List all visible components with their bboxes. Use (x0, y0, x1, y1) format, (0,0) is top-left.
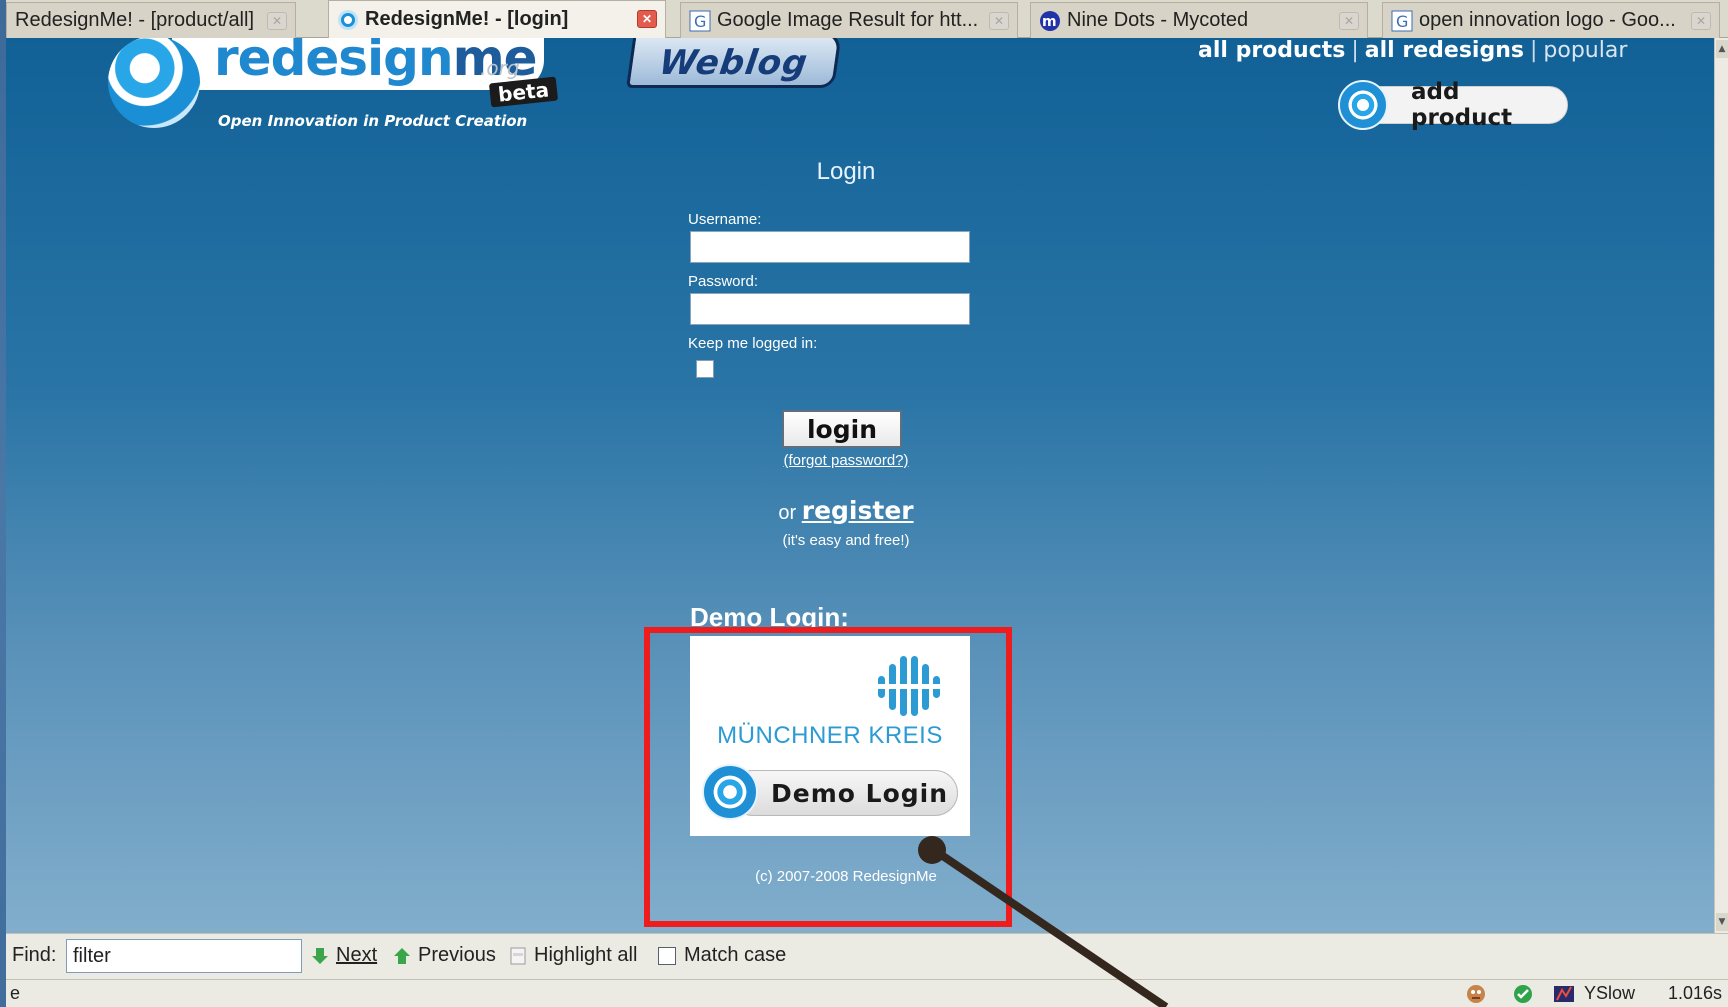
nav-all-products[interactable]: all products (1198, 38, 1345, 63)
nav-popular[interactable]: popular (1543, 38, 1627, 63)
load-time: 1.016s (1668, 983, 1723, 1003)
nav-separator: | (1529, 38, 1538, 63)
highlight-all-button[interactable]: Highlight all (508, 944, 637, 967)
swirl-icon (1338, 80, 1388, 130)
find-next-button[interactable]: Next (310, 944, 377, 967)
remember-label: Keep me logged in: (688, 335, 818, 352)
close-icon[interactable]: ✕ (637, 10, 657, 28)
logo-swirl-icon (108, 38, 200, 128)
browser-window: RedesignMe! - [product/all] ✕ RedesignMe… (6, 0, 1728, 1007)
close-icon[interactable]: ✕ (989, 12, 1009, 30)
scroll-down-icon[interactable]: ▼ (1716, 913, 1728, 931)
find-bar: Find: filter Next Previous Highlight all… (6, 933, 1728, 979)
nav-all-redesigns[interactable]: all redesigns (1365, 38, 1524, 63)
slide-stage: RedesignMe! - [product/all] ✕ RedesignMe… (0, 0, 1728, 1007)
arrow-up-icon (394, 947, 410, 964)
match-case-label: Match case (684, 944, 787, 966)
tab-product-all[interactable]: RedesignMe! - [product/all] ✕ (6, 2, 296, 38)
google-icon: G (689, 10, 711, 32)
vertical-scrollbar[interactable]: ▲ ▼ (1714, 38, 1728, 933)
highlight-all-label: Highlight all (534, 944, 638, 966)
login-title: Login (816, 158, 876, 185)
top-nav: all products | all redesigns | popular (1198, 38, 1627, 63)
status-text: e (10, 983, 21, 1003)
scroll-up-icon[interactable]: ▲ (1716, 40, 1728, 58)
tab-title: Nine Dots - Mycoted (1067, 9, 1249, 31)
register-line: or register (6, 496, 1686, 525)
remember-checkbox[interactable] (696, 360, 714, 378)
greasemonkey-icon[interactable] (1464, 983, 1488, 1005)
match-case-checkbox[interactable] (658, 946, 676, 965)
weblog-label: Weblog (656, 43, 811, 83)
svg-text:m: m (1042, 14, 1057, 30)
or-text: or (778, 502, 797, 524)
tab-login[interactable]: RedesignMe! - [login] ✕ (328, 0, 666, 38)
add-product-button[interactable]: add product (1338, 79, 1570, 131)
nav-separator: | (1351, 38, 1359, 63)
match-case-toggle[interactable]: Match case (658, 944, 786, 967)
find-input[interactable]: filter (66, 939, 302, 973)
tab-google-image[interactable]: G Google Image Result for htt... ✕ (680, 2, 1018, 38)
page-viewport: redesignme .org beta Open Innovation in … (6, 38, 1720, 933)
yslow-icon[interactable] (1552, 982, 1576, 1006)
mycoted-icon: m (1039, 10, 1061, 32)
tab-title: open innovation logo - Goo... (1419, 9, 1676, 31)
close-icon[interactable]: ✕ (267, 12, 287, 30)
logo-org: .org (480, 56, 520, 80)
check-icon[interactable] (1512, 983, 1534, 1005)
logo-word-redesign: redesign (214, 38, 454, 87)
close-icon[interactable]: ✕ (1339, 12, 1359, 30)
register-link[interactable]: register (802, 496, 914, 525)
find-query: filter (73, 945, 111, 967)
username-label: Username: (688, 211, 762, 228)
google-icon: G (1391, 10, 1413, 32)
register-subtext: (it's easy and free!) (782, 532, 910, 549)
tab-title: RedesignMe! - [product/all] (15, 9, 255, 31)
tab-title: RedesignMe! - [login] (365, 8, 569, 30)
forgot-password-link[interactable]: (forgot password?) (6, 452, 1686, 469)
tab-strip: RedesignMe! - [product/all] ✕ RedesignMe… (6, 0, 1728, 38)
highlight-box (644, 627, 1012, 927)
svg-text:G: G (1396, 12, 1408, 31)
redesignme-icon (337, 9, 359, 31)
close-icon[interactable]: ✕ (1691, 12, 1711, 30)
highlight-icon (510, 947, 526, 964)
logo-tagline: Open Innovation in Product Creation (218, 112, 528, 130)
login-button[interactable]: login (782, 410, 902, 448)
yslow-label[interactable]: YSlow (1584, 983, 1635, 1004)
username-input[interactable] (690, 231, 970, 263)
find-previous-label: Previous (418, 944, 496, 966)
password-label: Password: (688, 273, 759, 290)
find-previous-button[interactable]: Previous (392, 944, 496, 967)
weblog-button[interactable]: Weblog (626, 38, 842, 88)
tab-open-innovation[interactable]: G open innovation logo - Goo... ✕ (1382, 2, 1720, 38)
find-label: Find: (12, 944, 57, 966)
status-bar: e YSlow 1.016s (6, 979, 1728, 1007)
site-logo[interactable]: redesignme .org beta Open Innovation in … (102, 38, 562, 140)
add-product-label: add product (1358, 79, 1568, 131)
password-input[interactable] (690, 293, 970, 325)
svg-text:G: G (694, 12, 706, 31)
tab-title: Google Image Result for htt... (717, 9, 979, 31)
arrow-down-icon (312, 947, 328, 964)
find-next-label: Next (336, 944, 378, 966)
tab-nine-dots[interactable]: m Nine Dots - Mycoted ✕ (1030, 2, 1368, 38)
